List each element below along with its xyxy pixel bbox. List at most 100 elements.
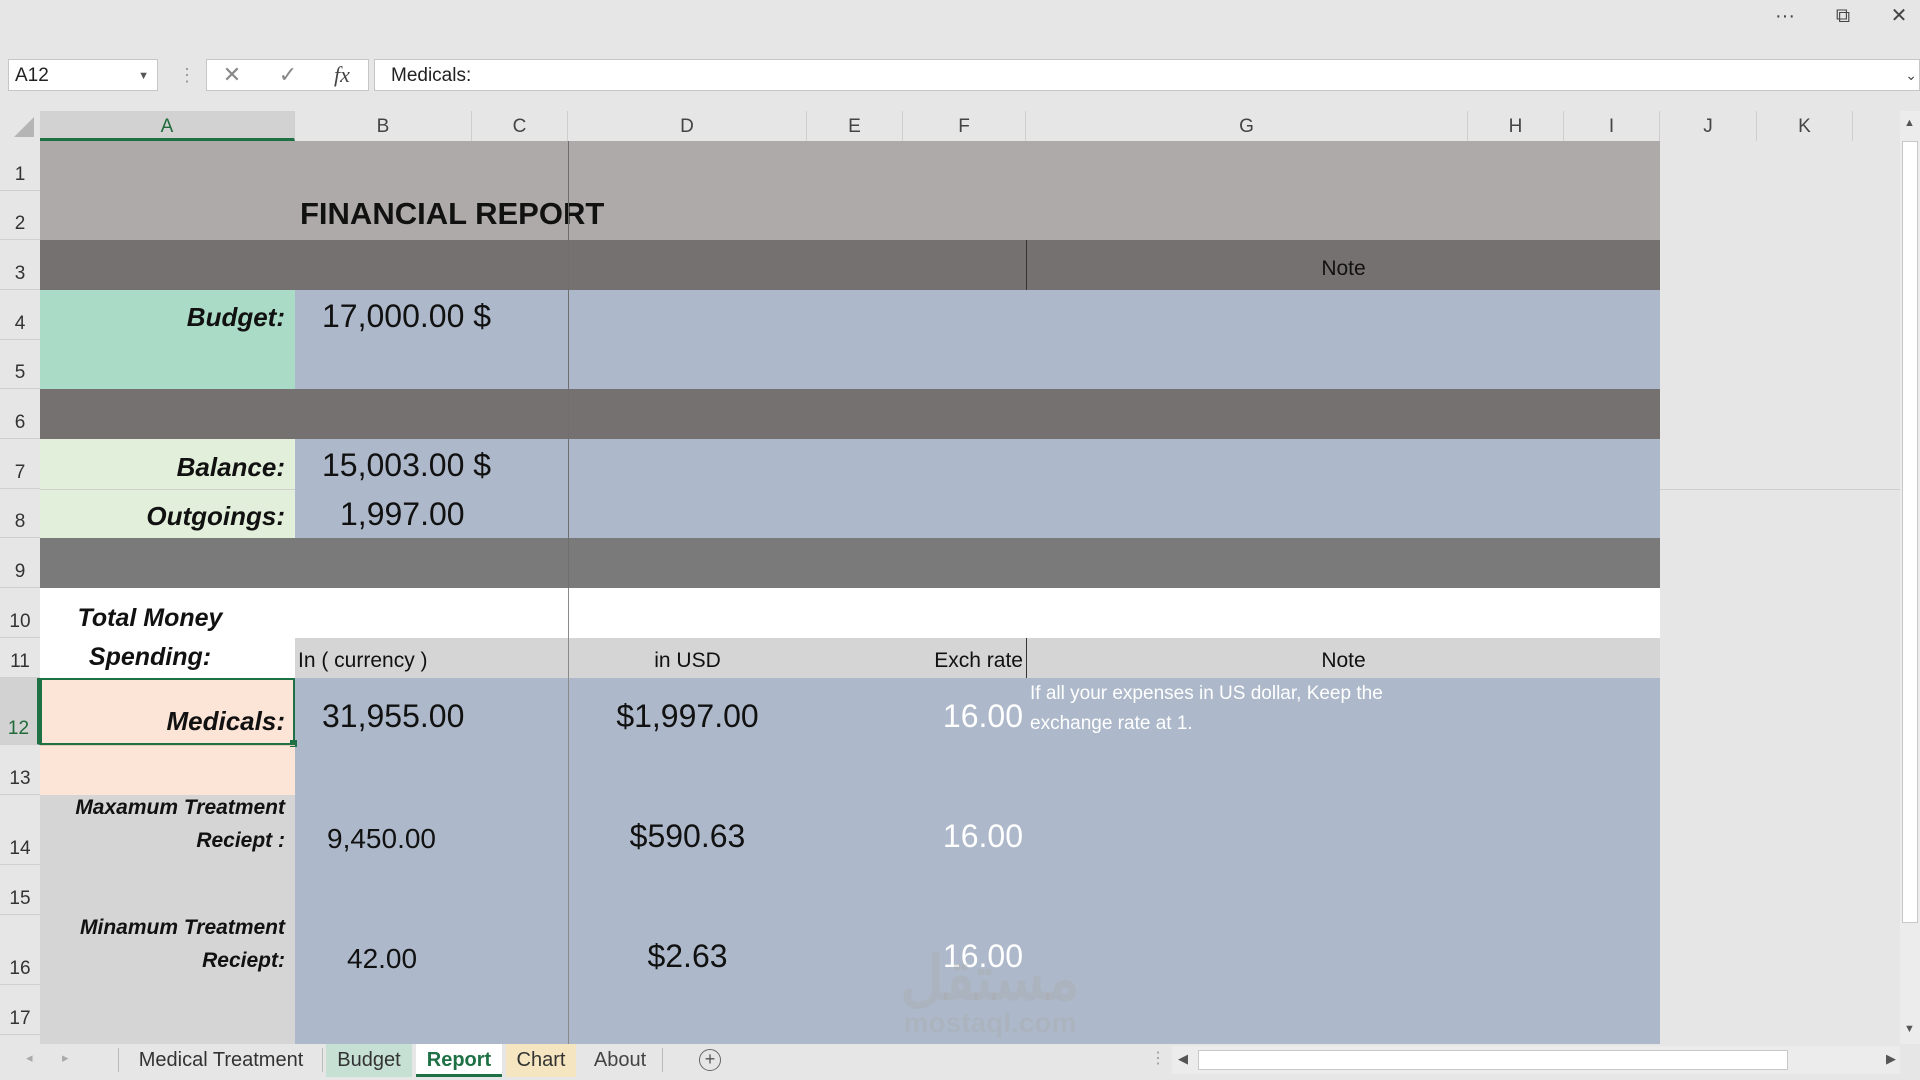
rate-column-header: Exch rate <box>934 649 1023 672</box>
column-header-j[interactable]: J <box>1660 111 1757 141</box>
min-usd[interactable]: $2.63 <box>568 938 807 975</box>
max-rate[interactable]: 16.00 <box>903 818 1023 855</box>
column-header-k[interactable]: K <box>1757 111 1853 141</box>
tab-divider <box>118 1048 119 1072</box>
min-currency[interactable]: 42.00 <box>347 943 417 975</box>
expand-formula-icon[interactable]: ⌄ <box>1905 60 1917 91</box>
row-divider <box>40 745 295 746</box>
budget-row-band <box>295 290 1660 389</box>
medicals-rate[interactable]: 16.00 <box>903 698 1023 735</box>
max-usd[interactable]: $590.63 <box>568 818 807 855</box>
row-header[interactable]: 14 <box>0 795 40 865</box>
formula-bar-grip-icon[interactable]: ⋮ <box>178 60 196 90</box>
row-header[interactable]: 10 <box>0 588 40 638</box>
report-title: FINANCIAL REPORT <box>300 196 605 231</box>
min-treatment-label: Minamum Treatment Reciept: <box>80 916 285 972</box>
row-header[interactable]: 12 <box>0 678 40 745</box>
column-header-b[interactable]: B <box>295 111 472 141</box>
tab-medical-treatment[interactable]: Medical Treatment <box>122 1044 320 1077</box>
insert-function-icon[interactable]: fx <box>322 60 362 90</box>
restore-icon[interactable]: ⧉ <box>1820 2 1866 30</box>
next-sheet-icon[interactable]: ▸ <box>62 1050 69 1066</box>
tab-about[interactable]: About <box>580 1044 660 1077</box>
row-header[interactable]: 3 <box>0 240 40 290</box>
max-currency[interactable]: 9,450.00 <box>327 823 436 855</box>
row-header[interactable]: 4 <box>0 290 40 340</box>
watermark: مستقل mostaql.com <box>900 945 1080 1038</box>
column-header-a[interactable]: A <box>40 111 295 141</box>
row-header[interactable]: 16 <box>0 915 40 985</box>
medicals-currency[interactable]: 31,955.00 <box>322 698 464 735</box>
close-icon[interactable]: ✕ <box>1876 2 1920 30</box>
tab-chart[interactable]: Chart <box>506 1044 576 1077</box>
column-header-f[interactable]: F <box>903 111 1026 141</box>
tab-divider <box>662 1048 663 1072</box>
budget-label: Budget: <box>186 302 285 332</box>
name-box[interactable]: A12 ▼ <box>8 59 158 91</box>
prev-sheet-icon[interactable]: ◂ <box>26 1050 33 1066</box>
tab-budget[interactable]: Budget <box>326 1044 412 1077</box>
name-box-value: A12 <box>15 65 49 86</box>
row-header[interactable]: 5 <box>0 340 40 389</box>
tab-report[interactable]: Report <box>416 1044 502 1077</box>
row-header[interactable]: 15 <box>0 865 40 915</box>
formula-input[interactable]: Medicals: ⌄ <box>374 59 1920 91</box>
row-header[interactable]: 9 <box>0 538 40 588</box>
formula-text: Medicals: <box>391 65 472 86</box>
scroll-up-icon[interactable]: ▲ <box>1904 117 1915 129</box>
column-border <box>568 141 569 588</box>
balance-value[interactable]: 15,003.00 $ <box>322 447 491 484</box>
row-header[interactable]: 7 <box>0 439 40 489</box>
column-header-h[interactable]: H <box>1468 111 1564 141</box>
max-treatment-label: Maxamum Treatment Reciept : <box>75 796 285 852</box>
column-header-c[interactable]: C <box>472 111 568 141</box>
divider-band <box>40 538 1660 588</box>
column-header-e[interactable]: E <box>807 111 903 141</box>
row-header[interactable]: 8 <box>0 489 40 538</box>
title-bar <box>0 0 1920 50</box>
row-header[interactable]: 11 <box>0 638 40 678</box>
select-all-icon <box>14 117 34 137</box>
outgoings-value[interactable]: 1,997.00 <box>340 496 465 533</box>
tab-split-grip-icon[interactable]: ⋮ <box>1150 1048 1166 1068</box>
enter-icon[interactable]: ✓ <box>268 60 308 90</box>
tab-divider <box>322 1048 323 1072</box>
outgoings-label: Outgoings: <box>146 501 285 531</box>
row-divider <box>40 489 295 490</box>
budget-value[interactable]: 17,000.00 $ <box>322 298 491 335</box>
medicals-label: Medicals: <box>166 706 286 736</box>
usd-column-header: in USD <box>654 649 721 672</box>
column-header-d[interactable]: D <box>568 111 807 141</box>
horizontal-scrollbar[interactable]: ◀ ▶ <box>1172 1046 1900 1074</box>
note-header: Note <box>1026 240 1660 290</box>
exchange-rate-note: If all your expenses in US dollar, Keep … <box>1030 683 1383 734</box>
column-header-i[interactable]: I <box>1564 111 1660 141</box>
medicals-usd[interactable]: $1,997.00 <box>568 698 807 735</box>
row-headers: 1 2 3 4 5 6 7 8 9 10 11 12 13 14 15 16 1… <box>0 141 40 1044</box>
vertical-scroll-thumb[interactable] <box>1902 141 1918 923</box>
column-headers: A B C D E F G H I J K <box>40 111 1900 141</box>
scroll-down-icon[interactable]: ▼ <box>1904 1023 1915 1035</box>
balance-row-band <box>295 439 1660 538</box>
total-money-label: Total Money Spending: <box>77 604 223 671</box>
row-header[interactable]: 13 <box>0 745 40 795</box>
scroll-right-icon[interactable]: ▶ <box>1886 1051 1896 1067</box>
select-all-button[interactable] <box>0 111 40 141</box>
add-sheet-icon[interactable]: + <box>699 1049 721 1071</box>
more-options-icon[interactable]: ··· <box>1762 2 1808 30</box>
chevron-down-icon[interactable]: ▼ <box>138 60 149 92</box>
row-header[interactable]: 17 <box>0 985 40 1035</box>
scroll-left-icon[interactable]: ◀ <box>1178 1051 1188 1067</box>
horizontal-scroll-thumb[interactable] <box>1198 1050 1788 1070</box>
spreadsheet-grid[interactable]: FINANCIAL REPORT Note Budget: 17,000.00 … <box>40 141 1900 1044</box>
currency-column-header: In ( currency ) <box>298 649 428 672</box>
title-band <box>40 141 1660 240</box>
column-header-g[interactable]: G <box>1026 111 1468 141</box>
row-header[interactable]: 6 <box>0 389 40 439</box>
row-header[interactable]: 1 <box>0 141 40 191</box>
vertical-scrollbar[interactable]: ▲ ▼ <box>1900 111 1920 1044</box>
note-column-header: Note <box>1026 638 1660 678</box>
cancel-icon[interactable]: ✕ <box>212 60 252 90</box>
row-header[interactable]: 2 <box>0 191 40 240</box>
column-border <box>568 588 569 1044</box>
